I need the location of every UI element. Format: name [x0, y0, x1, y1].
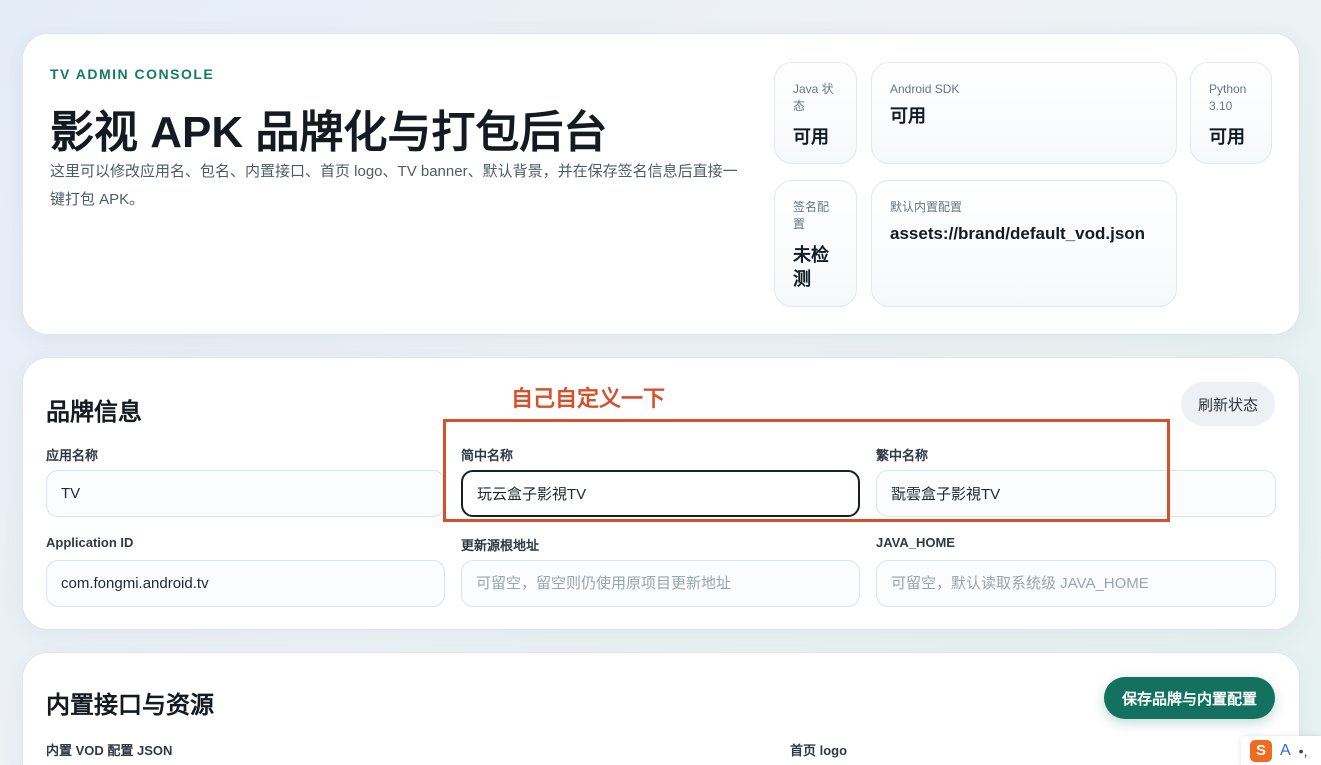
status-default-config: 默认内置配置 assets://brand/default_vod.json: [871, 180, 1177, 307]
status-java: Java 状态 可用: [774, 62, 857, 164]
application-id-label: Application ID: [46, 535, 134, 550]
status-signing-label: 签名配置: [793, 200, 830, 231]
ime-toolbar[interactable]: S A •,: [1241, 736, 1321, 765]
status-java-value: 可用: [793, 127, 829, 147]
refresh-status-button[interactable]: 刷新状态: [1180, 382, 1275, 426]
page-title: 影视 APK 品牌化与打包后台: [50, 108, 608, 157]
ime-logo-icon: S: [1250, 739, 1272, 762]
ime-punct-indicator[interactable]: •,: [1299, 743, 1308, 759]
status-signing-value: 未检测: [793, 245, 829, 289]
console-eyebrow: TV ADMIN CONSOLE: [50, 66, 215, 82]
app-name-input[interactable]: [46, 470, 445, 517]
vod-json-label: 内置 VOD 配置 JSON: [46, 743, 173, 758]
simplified-name-label: 简中名称: [461, 448, 514, 463]
traditional-name-input[interactable]: [876, 470, 1276, 517]
brand-section-title: 品牌信息: [46, 399, 142, 426]
annotation-note: 自己自定义一下: [511, 386, 666, 411]
ime-mode-indicator[interactable]: A: [1280, 742, 1291, 760]
status-signing: 签名配置 未检测: [774, 180, 857, 307]
status-default-config-label: 默认内置配置: [890, 200, 963, 214]
application-id-input[interactable]: [46, 560, 445, 607]
java-home-input[interactable]: [876, 560, 1276, 607]
simplified-name-input[interactable]: [461, 470, 860, 517]
save-brand-config-button[interactable]: 保存品牌与内置配置: [1103, 677, 1275, 719]
status-android-sdk-label: Android SDK: [890, 82, 960, 96]
resources-section-title: 内置接口与资源: [46, 692, 214, 719]
status-default-config-value: assets://brand/default_vod.json: [890, 224, 1146, 243]
page-description: 这里可以修改应用名、包名、内置接口、首页 logo、TV banner、默认背景…: [50, 163, 738, 208]
hero-card: TV ADMIN CONSOLE 影视 APK 品牌化与打包后台 这里可以修改应…: [22, 33, 1300, 335]
traditional-name-label: 繁中名称: [876, 448, 929, 463]
brand-info-card: 品牌信息 刷新状态 应用名称 简中名称 繁中名称 Application ID …: [22, 357, 1300, 630]
status-android-sdk-value: 可用: [890, 106, 926, 126]
status-python-label: Python 3.10: [1209, 82, 1247, 113]
status-android-sdk: Android SDK 可用: [871, 62, 1177, 164]
status-python-value: 可用: [1209, 127, 1245, 147]
update-url-label: 更新源根地址: [461, 538, 540, 553]
update-url-input[interactable]: [461, 560, 860, 607]
resources-card: 内置接口与资源 保存品牌与内置配置 内置 VOD 配置 JSON 首页 logo: [22, 652, 1300, 765]
status-python: Python 3.10 可用: [1190, 62, 1272, 164]
app-name-label: 应用名称: [46, 448, 99, 463]
java-home-label: JAVA_HOME: [876, 535, 955, 550]
home-logo-label: 首页 logo: [790, 743, 848, 758]
status-java-label: Java 状态: [793, 82, 834, 113]
